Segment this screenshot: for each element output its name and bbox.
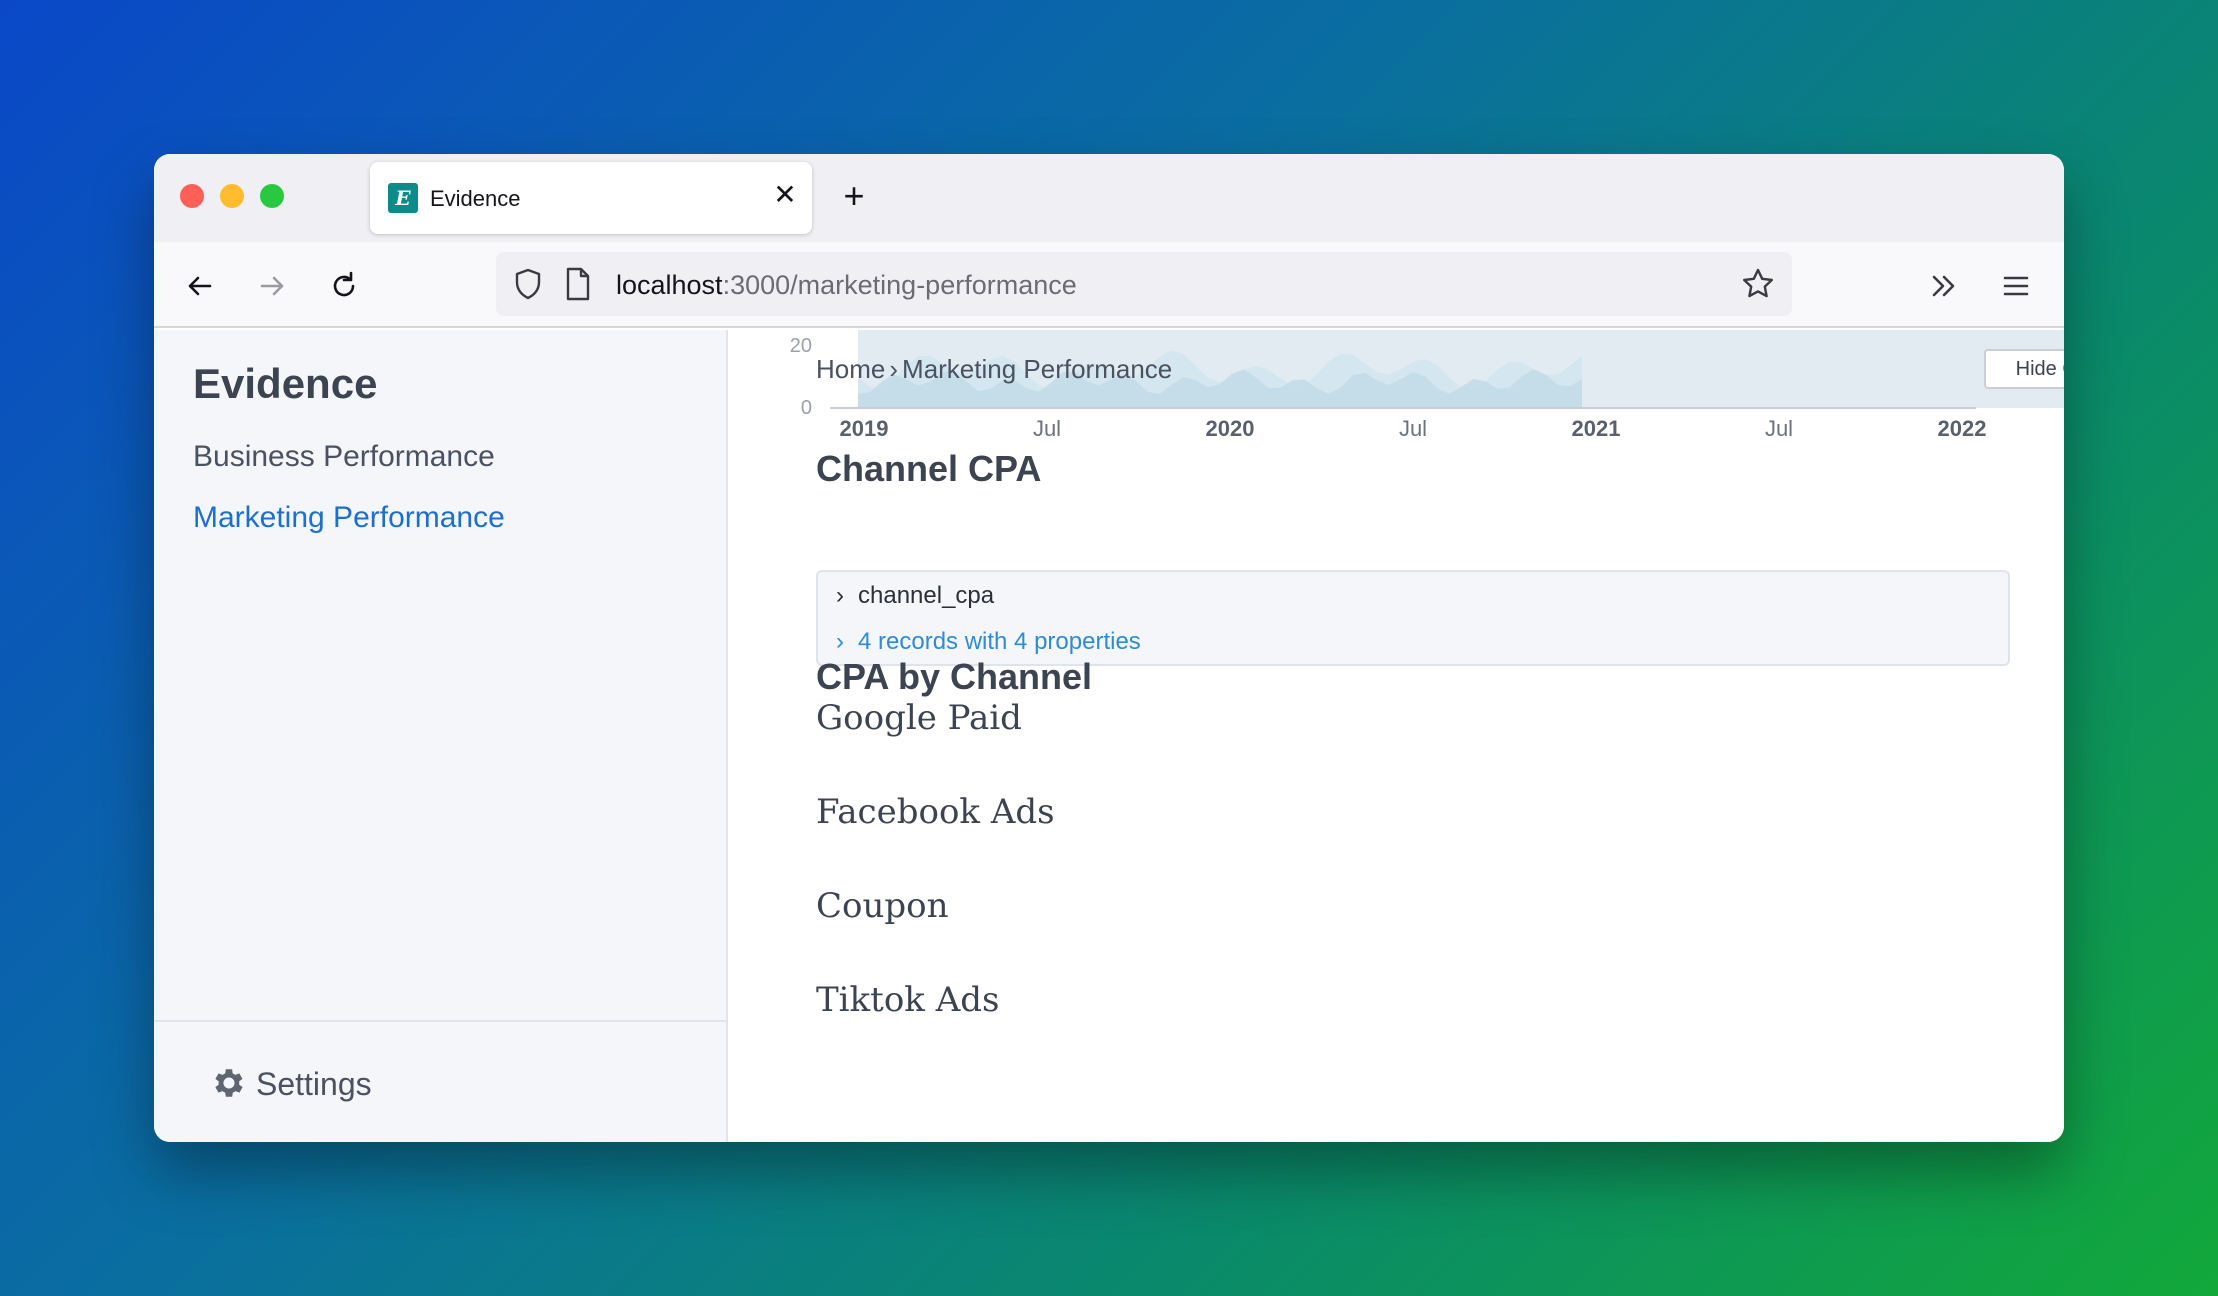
channel-item: Facebook Ads <box>816 792 1055 832</box>
maximize-window-button[interactable] <box>260 184 284 208</box>
x-tick-label: 2021 <box>1571 416 1621 441</box>
breadcrumb: Home › Marketing Performance <box>816 354 1172 385</box>
hamburger-menu-icon <box>2003 276 2029 296</box>
evidence-favicon-icon: E <box>388 183 418 213</box>
query-results-toggle[interactable]: › 4 records with 4 properties <box>836 628 1141 656</box>
tab-evidence[interactable]: E Evidence ✕ <box>370 162 812 234</box>
section-title-channel-cpa: Channel CPA <box>816 448 1042 489</box>
breadcrumb-separator: › <box>889 354 899 384</box>
title-bar: E Evidence ✕ + <box>154 154 2064 242</box>
browser-window: E Evidence ✕ + localhost:3000/marketing-… <box>154 154 2064 1142</box>
channel-item: Coupon <box>816 886 949 926</box>
chevron-right-icon: › <box>836 582 844 609</box>
gear-icon <box>215 1069 243 1097</box>
url-text[interactable]: localhost:3000/marketing-performance <box>616 270 1077 301</box>
sidebar-item-marketing-performance[interactable]: Marketing Performance <box>193 501 505 535</box>
y-tick-label: 20 <box>790 335 812 357</box>
query-results-summary: 4 records with 4 properties <box>858 628 1141 655</box>
query-toggle[interactable]: › channel_cpa <box>836 582 994 610</box>
sidebar-item-business-performance[interactable]: Business Performance <box>193 440 495 474</box>
forward-arrow-icon <box>260 276 284 296</box>
app-menu-button[interactable] <box>1996 266 2036 306</box>
x-tick-label: 2020 <box>1205 416 1255 441</box>
minimize-window-button[interactable] <box>220 184 244 208</box>
url-path: :3000/marketing-performance <box>722 270 1077 300</box>
chevron-right-icon: › <box>836 628 844 655</box>
bookmark-star-icon[interactable] <box>1740 266 1776 302</box>
hide-queries-button[interactable]: Hide Queries <box>1984 349 2064 389</box>
chart-area: 20 0 <box>790 330 2064 419</box>
url-host: localhost <box>616 270 723 300</box>
x-tick-label: Jul <box>1032 416 1062 441</box>
sidebar-divider <box>154 1020 726 1022</box>
close-window-button[interactable] <box>180 184 204 208</box>
channel-item: Google Paid <box>816 698 1022 738</box>
double-chevron-right-icon <box>1932 275 1955 297</box>
breadcrumb-home[interactable]: Home <box>816 354 885 384</box>
shield-icon[interactable] <box>510 266 546 302</box>
channel-item: Tiktok Ads <box>816 980 1000 1020</box>
reload-button[interactable] <box>324 266 364 306</box>
settings-label: Settings <box>256 1066 372 1102</box>
new-tab-button[interactable]: + <box>834 176 874 216</box>
tab-title: Evidence <box>430 186 521 211</box>
breadcrumb-current: Marketing Performance <box>902 354 1173 384</box>
back-button[interactable] <box>180 266 220 306</box>
x-tick-label: 2022 <box>1937 416 1987 441</box>
address-bar[interactable]: localhost:3000/marketing-performance <box>496 252 1792 316</box>
navigation-bar: localhost:3000/marketing-performance <box>154 242 2064 328</box>
section-title-cpa-by-channel: CPA by Channel <box>816 656 1093 697</box>
scrolled-chart: 20 0 Home›Marketing Performance Hide Quer… <box>730 330 2064 450</box>
x-tick-label: 2019 <box>839 416 889 441</box>
query-panel: › channel_cpa › 4 records with 4 propertie… <box>816 570 2010 666</box>
close-tab-icon[interactable]: ✕ <box>770 180 800 210</box>
x-tick-label: Jul <box>1764 416 1794 441</box>
query-name: channel_cpa <box>858 582 995 609</box>
extensions-overflow-button[interactable] <box>1924 266 1964 306</box>
sidebar: Evidence Business Performance Marketing … <box>154 330 728 1142</box>
main-content: 200 Home›Marketing Performance Hide Quer… <box>730 330 2064 1142</box>
brand-title[interactable]: Evidence <box>193 360 377 408</box>
back-arrow-icon <box>188 276 212 296</box>
x-tick-label: Jul <box>1398 416 1428 441</box>
reload-icon <box>333 271 355 297</box>
page-icon[interactable] <box>562 266 594 302</box>
y-tick-label: 0 <box>801 397 812 419</box>
forward-button[interactable] <box>252 266 292 306</box>
